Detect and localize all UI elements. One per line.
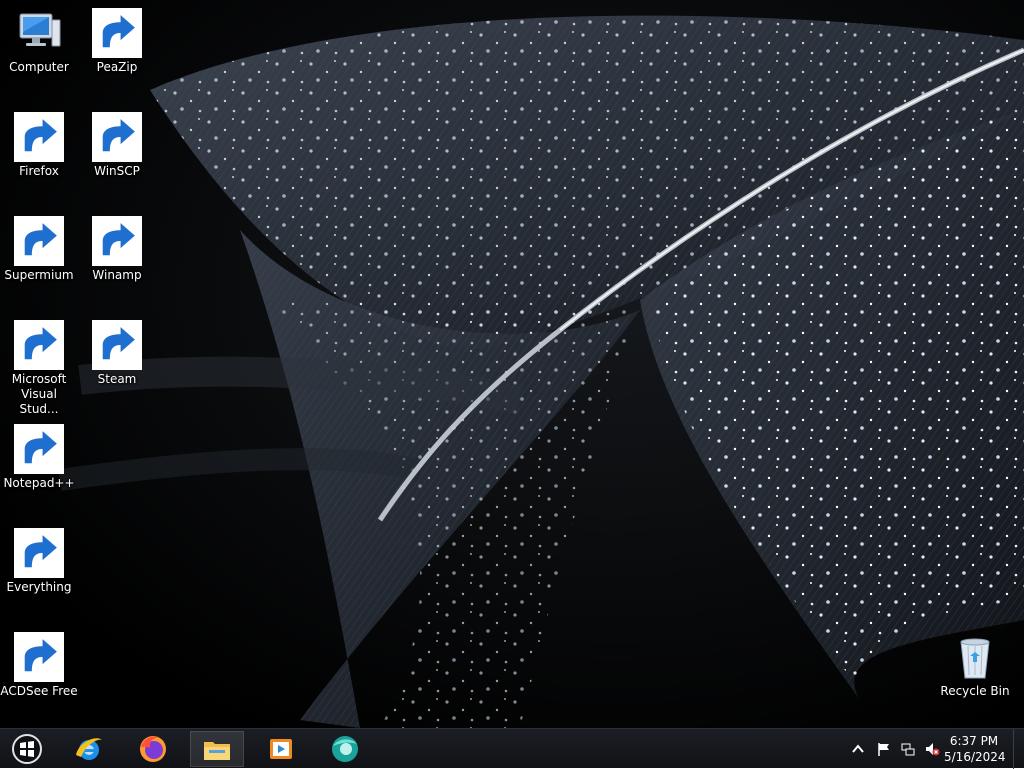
desktop-icon-firefox[interactable]: Firefox: [0, 112, 78, 179]
shortcut-arrow-icon: [14, 320, 64, 370]
file-explorer-icon: [204, 742, 230, 760]
shortcut-arrow-icon: [92, 112, 142, 162]
notepad-plus-plus-icon: [14, 424, 64, 474]
desktop-icon-recycle-bin[interactable]: Recycle Bin: [936, 632, 1014, 699]
show-desktop-button[interactable]: [1013, 729, 1024, 769]
shortcut-arrow-icon: [14, 424, 64, 474]
winscp-icon: [92, 112, 142, 162]
desktop-icon-label: ACDSee Free: [0, 684, 78, 698]
desktop-icon-notepad-plus-plus[interactable]: Notepad++: [0, 424, 78, 491]
desktop-icon-label: PeaZip: [96, 60, 138, 74]
desktop-icon-computer[interactable]: Computer: [0, 8, 78, 75]
network-icon[interactable]: [900, 741, 916, 757]
shortcut-arrow-icon: [14, 112, 64, 162]
desktop-icon-peazip[interactable]: PeaZip: [78, 8, 156, 75]
steam-icon: [92, 320, 142, 370]
start-button[interactable]: [0, 731, 54, 767]
desktop-icon-visual-studio[interactable]: Microsoft Visual Stud...: [0, 320, 78, 417]
desktop-icon-steam[interactable]: Steam: [78, 320, 156, 387]
desktop-icon-label: Firefox: [19, 164, 59, 178]
taskbar-media-player[interactable]: [254, 731, 308, 767]
action-center-flag-icon[interactable]: [876, 741, 892, 757]
shortcut-arrow-icon: [14, 632, 64, 682]
desktop-icon-label: Recycle Bin: [940, 684, 1010, 698]
shortcut-arrow-icon: [14, 216, 64, 266]
internet-explorer-icon: [76, 738, 102, 760]
recycle-bin-icon: [950, 632, 1000, 682]
firefox-icon: [14, 112, 64, 162]
everything-icon: [14, 528, 64, 578]
clock-time: 6:37 PM: [949, 734, 999, 748]
desktop-icon-winamp[interactable]: Winamp: [78, 216, 156, 283]
taskbar-firefox[interactable]: [126, 731, 180, 767]
shortcut-arrow-icon: [14, 528, 64, 578]
taskbar: 6:37 PM 5/16/2024: [0, 728, 1024, 769]
clock-date: 5/16/2024: [944, 750, 1006, 764]
taskbar-supermium[interactable]: [318, 731, 372, 767]
visual-studio-icon: [14, 320, 64, 370]
supermium-icon: [14, 216, 64, 266]
desktop-icon-everything[interactable]: Everything: [0, 528, 78, 595]
acdsee-icon: [14, 632, 64, 682]
desktop-icon-label: WinSCP: [94, 164, 140, 178]
shortcut-arrow-icon: [92, 216, 142, 266]
taskbar-file-explorer[interactable]: [190, 731, 244, 767]
supermium-icon: [332, 736, 358, 762]
computer-icon: [14, 8, 64, 58]
desktop-icon-label: Computer: [9, 60, 69, 74]
peazip-icon: [92, 8, 142, 58]
windows-start-icon: [12, 734, 42, 764]
desktop-icon-label: Supermium: [4, 268, 74, 282]
desktop-icon-acdsee[interactable]: ACDSee Free: [0, 632, 78, 699]
desktop[interactable]: Computer Firefox Supermium Microsoft Vis…: [0, 0, 1024, 728]
taskbar-clock[interactable]: 6:37 PM 5/16/2024: [944, 733, 1006, 765]
firefox-icon: [140, 736, 166, 762]
winamp-icon: [92, 216, 142, 266]
desktop-icon-label: Winamp: [92, 268, 142, 282]
desktop-icon-winscp[interactable]: WinSCP: [78, 112, 156, 179]
taskbar-internet-explorer[interactable]: [62, 731, 116, 767]
volume-muted-icon[interactable]: [924, 741, 940, 757]
shortcut-arrow-icon: [92, 320, 142, 370]
desktop-icon-label: Steam: [97, 372, 137, 386]
desktop-icon-supermium[interactable]: Supermium: [0, 216, 78, 283]
shortcut-arrow-icon: [92, 8, 142, 58]
desktop-icon-label: Notepad++: [3, 476, 75, 490]
desktop-icon-label: Everything: [6, 580, 72, 594]
show-hidden-icons-icon[interactable]: [850, 741, 866, 757]
media-player-icon: [270, 739, 292, 759]
desktop-icon-label: Microsoft Visual Stud...: [11, 372, 67, 416]
